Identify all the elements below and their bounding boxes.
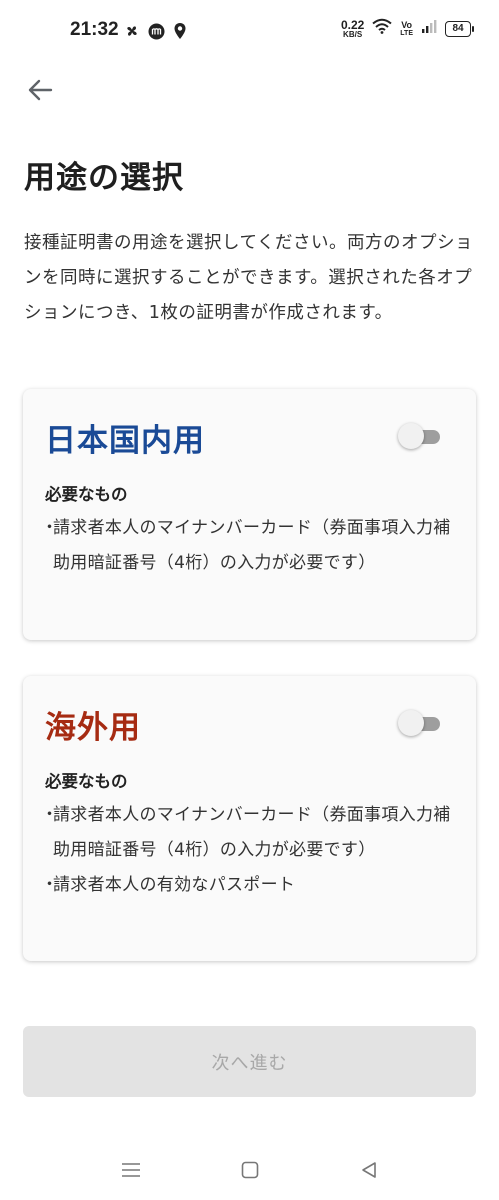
requirements-list: ・請求者本人のマイナンバーカード（券面事項入力補助用暗証番号（4桁）の入力が必要… (41, 798, 461, 903)
nav-home-button[interactable] (237, 1158, 263, 1182)
net-speed-unit: KB/S (343, 29, 363, 39)
toggle-overseas[interactable] (398, 710, 440, 738)
requirement-text: 請求者本人の有効なパスポート (53, 875, 296, 895)
back-button[interactable] (22, 72, 58, 108)
battery-icon: 84 (445, 20, 474, 37)
toggle-domestic[interactable] (398, 423, 440, 451)
m-badge-icon (148, 23, 165, 44)
network-speed: 0.22 KB/S (341, 19, 364, 39)
volte-top: Vo (401, 19, 413, 30)
volte-indicator: Vo LTE (400, 19, 413, 37)
nav-back-button[interactable] (356, 1158, 382, 1182)
home-square-icon (241, 1161, 259, 1179)
page-description: 接種証明書の用途を選択してください。両方のオプションを同時に選択することができま… (24, 233, 473, 323)
option-card-overseas: 海外用 必要なもの ・請求者本人のマイナンバーカード（券面事項入力補助用暗証番号… (23, 676, 476, 961)
requirement-item: ・請求者本人のマイナンバーカード（券面事項入力補助用暗証番号（4桁）の入力が必要… (41, 518, 451, 573)
status-bar: 21:32 0.22 KB/S Vo LTE 84 (0, 0, 499, 64)
requirement-item: ・請求者本人のマイナンバーカード（券面事項入力補助用暗証番号（4桁）の入力が必要… (41, 805, 451, 860)
net-speed-value: 0.22 (340, 17, 365, 32)
option-title-domestic: 日本国内用 (45, 423, 205, 459)
system-nav-bar (0, 1140, 499, 1200)
requirements-list: ・請求者本人のマイナンバーカード（券面事項入力補助用暗証番号（4桁）の入力が必要… (41, 511, 461, 581)
toggle-thumb (398, 710, 424, 736)
pinwheel-icon (124, 23, 140, 43)
option-title-overseas: 海外用 (45, 710, 141, 746)
option-card-domestic: 日本国内用 必要なもの ・請求者本人のマイナンバーカード（券面事項入力補助用暗証… (23, 389, 476, 640)
page-title: 用途の選択 (24, 160, 184, 196)
requirements-heading: 必要なもの (45, 485, 128, 504)
status-right-icons: 0.22 KB/S Vo LTE 84 (341, 18, 474, 39)
volte-bottom: LTE (400, 29, 413, 37)
requirement-text: 請求者本人のマイナンバーカード（券面事項入力補助用暗証番号（4桁）の入力が必要で… (53, 518, 451, 573)
nav-menu-button[interactable] (118, 1158, 144, 1182)
signal-icon (421, 18, 437, 39)
requirements-heading: 必要なもの (45, 772, 128, 791)
location-pin-icon (173, 22, 187, 44)
requirement-text: 請求者本人のマイナンバーカード（券面事項入力補助用暗証番号（4桁）の入力が必要で… (53, 805, 451, 860)
arrow-left-icon (28, 79, 53, 101)
status-time: 21:32 (70, 19, 119, 40)
menu-icon (122, 1163, 140, 1177)
battery-level: 84 (452, 23, 464, 34)
status-left-icons (124, 22, 187, 44)
requirement-item: ・請求者本人の有効なパスポート (41, 875, 296, 895)
next-button[interactable]: 次へ進む (23, 1026, 476, 1097)
wifi-icon (372, 18, 392, 39)
back-triangle-icon (362, 1162, 376, 1178)
toggle-thumb (398, 423, 424, 449)
